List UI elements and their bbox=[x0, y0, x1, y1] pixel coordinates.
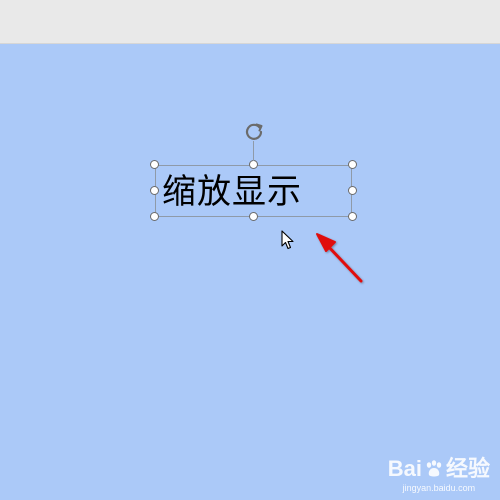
baidu-jingyan-watermark: Bai 经验 jingyan.baidu.com bbox=[388, 457, 490, 494]
resize-handle-top-center[interactable] bbox=[249, 160, 258, 169]
rotate-handle-connector bbox=[253, 141, 254, 161]
resize-handle-bottom-left[interactable] bbox=[150, 212, 159, 221]
selected-text-box[interactable]: 缩放显示 bbox=[155, 165, 352, 217]
resize-handle-bottom-right[interactable] bbox=[348, 212, 357, 221]
resize-handle-bottom-center[interactable] bbox=[249, 212, 258, 221]
rotate-handle-icon[interactable] bbox=[243, 120, 265, 142]
resize-handle-middle-left[interactable] bbox=[150, 186, 159, 195]
watermark-url: jingyan.baidu.com bbox=[402, 483, 476, 493]
baidu-paw-icon bbox=[424, 459, 444, 479]
watermark-logo: Bai 经验 bbox=[388, 457, 490, 481]
window-top-bar bbox=[0, 0, 500, 44]
red-arrow-icon bbox=[316, 233, 363, 283]
watermark-brand-right: 经验 bbox=[445, 456, 490, 481]
mouse-pointer-icon bbox=[281, 230, 295, 250]
resize-handle-middle-right[interactable] bbox=[348, 186, 357, 195]
watermark-brand-left: Bai bbox=[387, 456, 422, 481]
slide-canvas[interactable]: 缩放显示 Bai 经验 jingyan.baidu.com bbox=[0, 44, 500, 500]
text-box-content[interactable]: 缩放显示 bbox=[162, 170, 302, 214]
resize-handle-top-left[interactable] bbox=[150, 160, 159, 169]
resize-handle-top-right[interactable] bbox=[348, 160, 357, 169]
